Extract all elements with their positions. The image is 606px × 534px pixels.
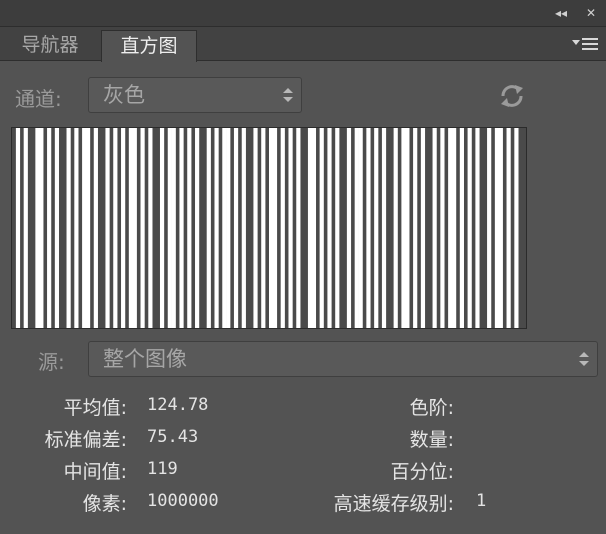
histogram-bar bbox=[206, 128, 211, 328]
pixels-label: 像素: bbox=[82, 493, 127, 515]
histogram-bar bbox=[35, 128, 40, 328]
panel-title-bar: ◂◂ ✕ bbox=[0, 0, 606, 27]
level-label: 色阶: bbox=[409, 397, 454, 419]
histogram-bar bbox=[195, 128, 200, 328]
histogram-bar bbox=[440, 128, 445, 328]
histogram-bar bbox=[354, 128, 359, 328]
histogram-bar bbox=[226, 128, 231, 328]
collapse-icon[interactable]: ◂◂ bbox=[552, 5, 570, 21]
histogram-bar bbox=[214, 128, 219, 328]
histogram-bar bbox=[159, 128, 165, 328]
histogram-bar bbox=[374, 128, 379, 328]
channel-select-value: 灰色 bbox=[103, 83, 145, 107]
cache-level-label: 高速缓存级别: bbox=[333, 493, 454, 515]
histogram-bar bbox=[39, 128, 44, 328]
median-value: 119 bbox=[147, 459, 178, 479]
cache-level-value: 1 bbox=[476, 491, 487, 511]
histogram-bar bbox=[187, 128, 192, 328]
histogram-bar bbox=[311, 128, 317, 328]
histogram-bar bbox=[105, 128, 110, 328]
histogram-bar bbox=[241, 128, 246, 328]
refresh-icon[interactable] bbox=[498, 83, 526, 109]
histogram-bar bbox=[432, 128, 437, 328]
histogram-bar bbox=[475, 128, 480, 328]
histogram-bar bbox=[272, 128, 278, 328]
histogram-bar bbox=[54, 128, 60, 328]
source-select[interactable]: 整个图像 bbox=[88, 341, 598, 377]
histogram-bar bbox=[393, 128, 398, 328]
chevron-updown-icon bbox=[283, 88, 293, 102]
histogram-bar bbox=[121, 128, 126, 328]
source-select-value: 整个图像 bbox=[103, 347, 187, 371]
histogram-bar bbox=[113, 128, 118, 328]
histogram-bar bbox=[413, 128, 418, 328]
median-label: 中间值: bbox=[63, 461, 127, 483]
histogram-bar bbox=[498, 128, 503, 328]
histogram-bar bbox=[401, 128, 406, 328]
close-icon[interactable]: ✕ bbox=[582, 5, 600, 21]
histogram-bar bbox=[23, 128, 28, 328]
histogram-bar bbox=[381, 128, 387, 328]
histogram-bar bbox=[459, 128, 464, 328]
histogram-bar bbox=[307, 128, 313, 328]
histogram-bar bbox=[261, 128, 266, 328]
histogram-bar bbox=[288, 128, 293, 328]
histogram-bar bbox=[506, 128, 511, 328]
histogram-bar bbox=[319, 128, 324, 328]
histogram-bar bbox=[132, 128, 137, 328]
count-label: 数量: bbox=[409, 429, 454, 451]
histogram-chart bbox=[12, 128, 526, 328]
histogram-bar bbox=[467, 128, 472, 328]
histogram-panel: ◂◂ ✕ 导航器 直方图 通道: 灰色 源: 整个图像 平均值: 124.78 … bbox=[0, 0, 606, 534]
channel-label: 通道: bbox=[15, 87, 62, 111]
mean-value: 124.78 bbox=[147, 395, 209, 415]
chevron-updown-icon bbox=[579, 352, 589, 366]
histogram-bar bbox=[420, 128, 426, 328]
histogram-bar bbox=[452, 128, 457, 328]
tab-histogram[interactable]: 直方图 bbox=[101, 30, 197, 62]
histogram-bar bbox=[15, 128, 21, 328]
source-label: 源: bbox=[38, 350, 65, 374]
histogram-bar bbox=[128, 128, 134, 328]
histogram-bar bbox=[222, 128, 227, 328]
histogram-bar bbox=[167, 128, 172, 328]
histogram-bar bbox=[514, 128, 519, 328]
histogram-bar bbox=[296, 128, 301, 328]
panel-menu-icon[interactable] bbox=[572, 37, 598, 51]
histogram-bar bbox=[280, 128, 285, 328]
tab-strip: 导航器 直方图 bbox=[0, 27, 606, 62]
histogram-bar bbox=[346, 128, 352, 328]
histogram-bar bbox=[171, 128, 176, 328]
percentile-label: 百分位: bbox=[390, 461, 454, 483]
histogram-bar bbox=[85, 128, 91, 328]
histogram-bar bbox=[82, 128, 87, 328]
histogram-bar bbox=[335, 128, 340, 328]
channel-select[interactable]: 灰色 bbox=[88, 77, 302, 113]
histogram-bar bbox=[233, 128, 239, 328]
tab-navigator[interactable]: 导航器 bbox=[8, 30, 92, 60]
std-dev-value: 75.43 bbox=[147, 427, 199, 447]
histogram-bar bbox=[66, 128, 71, 328]
histogram-bar bbox=[494, 128, 500, 328]
histogram-bar bbox=[140, 128, 145, 328]
histogram-bar bbox=[269, 128, 274, 328]
mean-label: 平均值: bbox=[63, 397, 127, 419]
histogram-bar bbox=[47, 128, 52, 328]
histogram-bar bbox=[487, 128, 492, 328]
std-dev-label: 标准偏差: bbox=[44, 429, 127, 451]
histogram-bar bbox=[405, 128, 410, 328]
histogram-bar bbox=[253, 128, 258, 328]
histogram-bar bbox=[74, 128, 79, 328]
histogram-bar bbox=[358, 128, 363, 328]
histogram-bar bbox=[148, 128, 153, 328]
histogram-bar bbox=[327, 128, 332, 328]
histogram-graph bbox=[11, 127, 527, 329]
histogram-bar bbox=[366, 128, 371, 328]
histogram-bar bbox=[448, 128, 453, 328]
histogram-bar bbox=[93, 128, 98, 328]
pixels-value: 1000000 bbox=[147, 491, 219, 511]
histogram-bar bbox=[179, 128, 184, 328]
